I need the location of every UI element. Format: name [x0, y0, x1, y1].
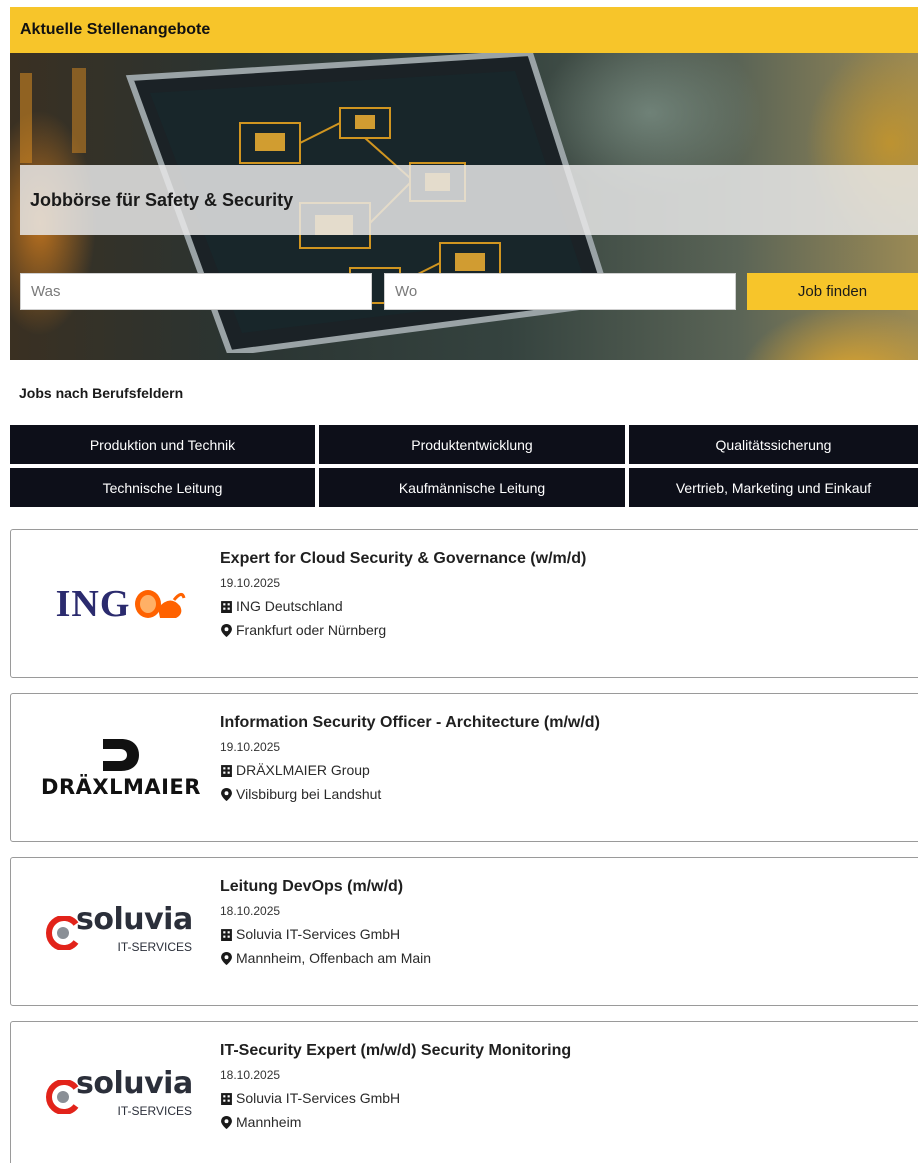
building-icon [221, 1092, 232, 1105]
company-logo-text: ING [55, 583, 131, 625]
category-button[interactable]: Qualitätssicherung [629, 425, 918, 464]
building-icon [221, 928, 232, 941]
job-company: Soluvia IT-Services GmbH [220, 926, 431, 942]
job-location: Vilsbiburg bei Landshut [220, 786, 600, 802]
categories-heading: Jobs nach Berufsfeldern [19, 385, 184, 401]
company-logo: ING [31, 552, 211, 656]
job-title[interactable]: Expert for Cloud Security & Governance (… [220, 550, 586, 568]
hero-decor [20, 73, 32, 163]
job-company: ING Deutschland [220, 598, 586, 614]
job-date: 19.10.2025 [220, 740, 281, 754]
company-logo-subtext: IT-SERVICES [117, 1104, 192, 1118]
draexlmaier-d-icon [103, 739, 139, 771]
map-pin-icon [221, 951, 232, 965]
location-name: Frankfurt oder Nürnberg [236, 622, 387, 638]
soluvia-swirl-icon [46, 916, 79, 950]
location-name: Mannheim [236, 1114, 302, 1130]
map-pin-icon [221, 787, 232, 801]
job-location: Mannheim [220, 1114, 571, 1130]
category-button[interactable]: Produktion und Technik [10, 425, 315, 464]
lion-icon [135, 590, 186, 618]
category-button[interactable]: Produktentwicklung [319, 425, 625, 464]
company-name: Soluvia IT-Services GmbH [236, 926, 401, 942]
section-header: Aktuelle Stellenangebote [10, 7, 918, 53]
job-location: Mannheim, Offenbach am Main [220, 950, 431, 966]
company-logo-text: DRÄXLMAIER [41, 775, 201, 799]
soluvia-swirl-icon [46, 1080, 79, 1114]
map-pin-icon [221, 623, 232, 637]
job-date: 18.10.2025 [220, 1068, 281, 1082]
search-what-input[interactable] [20, 273, 372, 310]
job-title[interactable]: Leitung DevOps (m/w/d) [220, 878, 431, 896]
company-logo: DRÄXLMAIER [31, 716, 211, 820]
job-title[interactable]: Information Security Officer - Architect… [220, 714, 600, 732]
location-name: Mannheim, Offenbach am Main [236, 950, 432, 966]
section-title: Aktuelle Stellenangebote [20, 21, 211, 38]
job-card[interactable]: DRÄXLMAIER Information Security Officer … [10, 693, 918, 842]
company-name: ING Deutschland [236, 598, 343, 614]
hero-decor [72, 68, 86, 153]
category-button[interactable]: Vertrieb, Marketing und Einkauf [629, 468, 918, 507]
search-where-input[interactable] [384, 273, 736, 310]
company-logo-subtext: IT-SERVICES [117, 940, 192, 954]
job-location: Frankfurt oder Nürnberg [220, 622, 586, 638]
job-card[interactable]: ING Expert for Cloud Security & Governan… [10, 529, 918, 678]
job-card[interactable]: soluvia IT-SERVICES IT-Security Expert (… [10, 1021, 918, 1163]
page: Aktuelle Stellenangebote Jobbörse für Sa… [0, 0, 918, 1163]
location-name: Vilsbiburg bei Landshut [236, 786, 382, 802]
job-search-button[interactable]: Job finden [747, 273, 918, 310]
job-info: Information Security Officer - Architect… [220, 714, 600, 810]
company-name: DRÄXLMAIER Group [236, 762, 370, 778]
building-icon [221, 600, 232, 613]
company-logo-text: soluvia [76, 1066, 193, 1101]
company-logo: soluvia IT-SERVICES [31, 880, 211, 984]
hero-banner: Jobbörse für Safety & Security Job finde… [10, 53, 918, 360]
category-grid: Produktion und Technik Produktentwicklun… [10, 425, 918, 507]
job-date: 18.10.2025 [220, 904, 281, 918]
job-title[interactable]: IT-Security Expert (m/w/d) Security Moni… [220, 1042, 571, 1060]
job-info: Expert for Cloud Security & Governance (… [220, 550, 586, 646]
job-card[interactable]: soluvia IT-SERVICES Leitung DevOps (m/w/… [10, 857, 918, 1006]
map-pin-icon [221, 1115, 232, 1129]
category-button[interactable]: Technische Leitung [10, 468, 315, 507]
company-logo: soluvia IT-SERVICES [31, 1044, 211, 1148]
job-company: DRÄXLMAIER Group [220, 762, 600, 778]
job-date: 19.10.2025 [220, 576, 281, 590]
building-icon [221, 764, 232, 777]
job-info: IT-Security Expert (m/w/d) Security Moni… [220, 1042, 571, 1138]
hero-title-band: Jobbörse für Safety & Security [20, 165, 918, 235]
company-name: Soluvia IT-Services GmbH [236, 1090, 401, 1106]
category-button[interactable]: Kaufmännische Leitung [319, 468, 625, 507]
company-logo-text: soluvia [76, 902, 193, 937]
job-info: Leitung DevOps (m/w/d) 18.10.2025 Soluvi… [220, 878, 431, 974]
hero-title: Jobbörse für Safety & Security [30, 189, 294, 210]
job-company: Soluvia IT-Services GmbH [220, 1090, 571, 1106]
